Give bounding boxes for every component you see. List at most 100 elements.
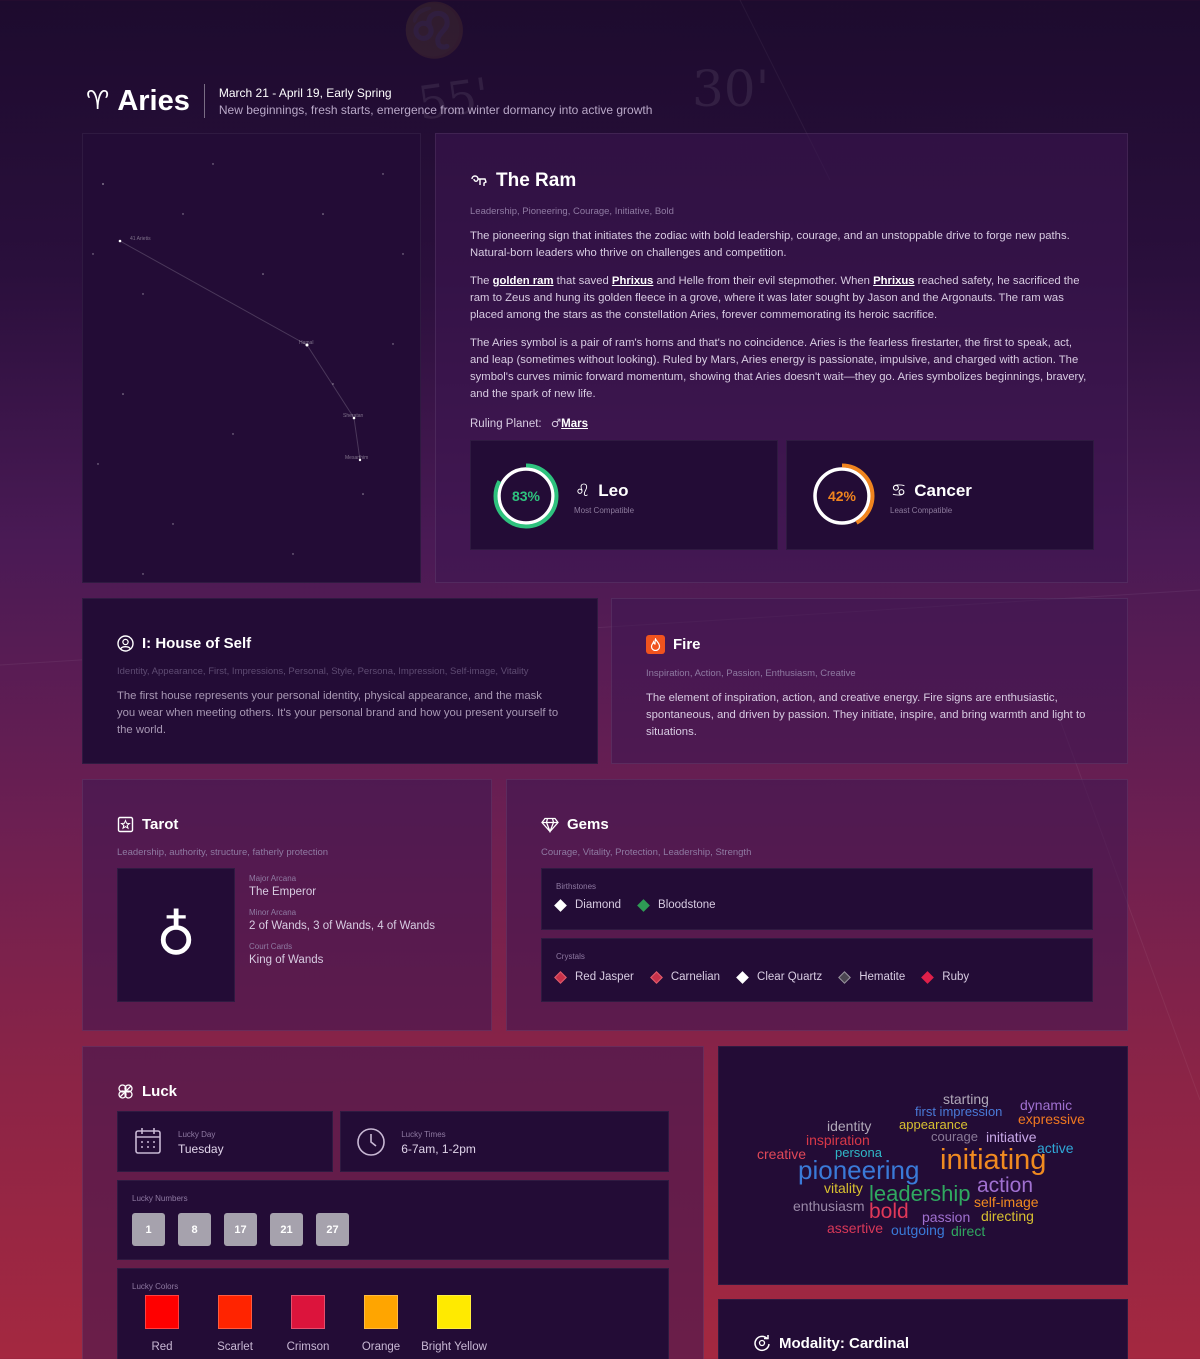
- lucky-times-label: Lucky Times: [401, 1130, 446, 1139]
- major-arcana-label: Major Arcana: [249, 874, 297, 883]
- gems-title: Gems: [541, 816, 1093, 833]
- color-swatch: [218, 1295, 252, 1329]
- ram-title-text: The Ram: [496, 170, 577, 191]
- gem-name: Ruby: [942, 971, 970, 983]
- constellation-card: 41 Arietis Hamal Sheratan Mesarthim: [82, 133, 421, 583]
- ruling-planet: Ruling Planet: ♂Mars: [470, 416, 1093, 430]
- word: identity: [827, 1118, 872, 1134]
- phrixus-link[interactable]: Phrixus: [873, 275, 914, 287]
- house-description: The first house represents your personal…: [117, 690, 559, 736]
- gem-name: Red Jasper: [575, 971, 634, 983]
- tarot-body: ♁ Major Arcana The Emperor Minor Arcana …: [117, 868, 457, 1002]
- most-compatible-card[interactable]: 83% ♌ Leo Most Compatible: [470, 440, 778, 550]
- lucky-day-label: Lucky Day: [178, 1130, 216, 1139]
- constellation-map: [92, 163, 404, 575]
- lucky-times-value: 6-7am, 1-2pm: [401, 1142, 476, 1156]
- gem-name: Diamond: [575, 899, 622, 911]
- ram-symbolism: The Aries symbol is a pair of ram's horn…: [470, 337, 1087, 400]
- fire-icon: [646, 635, 665, 654]
- lucky-numbers-label: Lucky Numbers: [132, 1194, 188, 1203]
- compat-percent: 42%: [827, 488, 857, 504]
- word: assertive: [827, 1220, 884, 1236]
- gems-tags: Courage, Vitality, Protection, Leadershi…: [541, 847, 752, 858]
- color-name: Crimson: [286, 1341, 330, 1353]
- tarot-tags: Leadership, authority, structure, father…: [117, 847, 329, 858]
- star-label: Sheratan: [343, 413, 364, 419]
- lucky-number: 27: [316, 1213, 349, 1246]
- myth-text: that saved: [553, 275, 612, 287]
- carnelian-gem-icon: [649, 970, 663, 984]
- element-tags: Inspiration, Action, Passion, Enthusiasm…: [646, 668, 856, 679]
- compat-label: Least Compatible: [890, 506, 953, 515]
- crystals-box: Crystals Red Jasper Carnelian Clear Quar…: [541, 938, 1093, 1002]
- word: direct: [951, 1223, 986, 1239]
- lucky-color: Crimson: [278, 1295, 338, 1353]
- compat-sign: ♌ Leo: [575, 481, 628, 501]
- tarot-title-text: Tarot: [142, 816, 179, 833]
- birthstones-list: Diamond Bloodstone: [554, 898, 1078, 912]
- mars-link[interactable]: Mars: [561, 418, 588, 430]
- gem-item[interactable]: Clear Quartz: [736, 970, 822, 984]
- lucky-color: Red: [132, 1295, 192, 1353]
- modality-title: Modality: Cardinal: [753, 1334, 1093, 1352]
- ram-summary: The pioneering sign that initiates the z…: [470, 230, 1070, 259]
- diamond-gem-icon: [554, 898, 567, 912]
- element-card: Fire Inspiration, Action, Passion, Enthu…: [611, 598, 1128, 764]
- compat-sign-name: Cancer: [914, 481, 972, 500]
- compat-sign-name: Leo: [598, 481, 629, 500]
- bloodstone-gem-icon: [637, 898, 650, 912]
- word: courage: [931, 1129, 978, 1144]
- leo-icon: ♌: [575, 481, 591, 501]
- least-compatible-card[interactable]: 42% ♋ Cancer Least Compatible: [786, 440, 1094, 550]
- header-dates: March 21 - April 19, Early Spring: [218, 85, 392, 100]
- header-info: March 21 - April 19, Early Spring New be…: [219, 86, 653, 117]
- gem-item[interactable]: Diamond: [554, 898, 622, 912]
- tarot-card: Tarot Leadership, authority, structure, …: [82, 779, 492, 1031]
- tarot-details: Major Arcana The Emperor Minor Arcana 2 …: [249, 874, 435, 1002]
- clock-icon: [356, 1127, 386, 1162]
- compat-label: Most Compatible: [574, 506, 635, 515]
- tarot-title: Tarot: [117, 816, 457, 833]
- page-header: ♈ Aries March 21 - April 19, Early Sprin…: [86, 84, 652, 118]
- calendar-icon: [134, 1127, 162, 1160]
- color-swatch: [364, 1295, 398, 1329]
- house-title: I: House of Self: [117, 635, 563, 652]
- word: directing: [981, 1208, 1034, 1224]
- gem-item[interactable]: Bloodstone: [637, 898, 716, 912]
- clear-quartz-gem-icon: [736, 970, 749, 984]
- lucky-numbers-box: Lucky Numbers 1 8 17 21 27: [117, 1180, 669, 1260]
- gem-name: Hematite: [859, 971, 906, 983]
- crystals-list: Red Jasper Carnelian Clear Quartz Hemati…: [554, 970, 1078, 984]
- gem-item[interactable]: Ruby: [921, 970, 970, 984]
- major-arcana-value: The Emperor: [249, 886, 317, 898]
- court-cards-value: King of Wands: [249, 954, 324, 966]
- phrixus-link[interactable]: Phrixus: [612, 275, 653, 287]
- word: bold: [869, 1200, 909, 1223]
- minor-arcana-label: Minor Arcana: [249, 908, 297, 917]
- color-name: Orange: [361, 1341, 401, 1353]
- golden-ram-link[interactable]: golden ram: [493, 275, 554, 287]
- color-name: Scarlet: [217, 1341, 253, 1353]
- element-title: Fire: [646, 635, 1093, 654]
- modality-title-text: Modality: Cardinal: [779, 1334, 910, 1352]
- gems-title-text: Gems: [567, 816, 609, 833]
- lucky-day-value: Tuesday: [178, 1142, 224, 1156]
- lucky-colors-label: Lucky Colors: [132, 1282, 179, 1291]
- color-swatch: [291, 1295, 325, 1329]
- cancer-icon: ♋: [891, 481, 907, 501]
- header-divider: [203, 84, 205, 118]
- luck-title-text: Luck: [142, 1083, 178, 1100]
- word: action: [977, 1174, 1034, 1197]
- gem-item[interactable]: Carnelian: [649, 970, 720, 984]
- mars-icon: ♂: [550, 416, 562, 430]
- earth-icon: ♁: [156, 903, 196, 967]
- court-cards-label: Court Cards: [249, 942, 293, 951]
- element-title-text: Fire: [673, 636, 701, 653]
- tarot-card-icon: [117, 816, 134, 833]
- gem-item[interactable]: Hematite: [838, 970, 906, 984]
- house-tags: Identity, Appearance, First, Impressions…: [117, 666, 529, 677]
- tarot-symbol-box: ♁: [117, 868, 235, 1002]
- ram-card: The Ram Leadership, Pioneering, Courage,…: [435, 133, 1128, 583]
- luck-title: Luck: [117, 1083, 669, 1100]
- gem-item[interactable]: Red Jasper: [554, 970, 634, 984]
